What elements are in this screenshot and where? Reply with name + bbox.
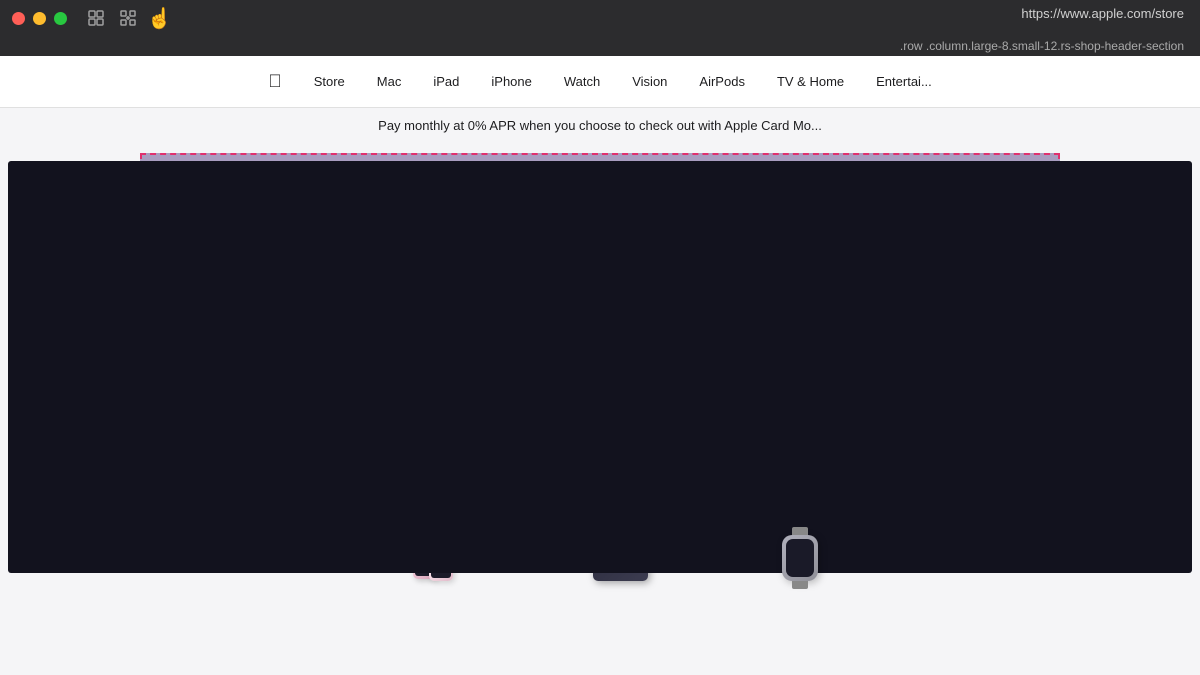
titlebar: ☝ https://www.apple.com/store .row .colu… xyxy=(0,0,1200,56)
product-thumbnails xyxy=(100,513,1140,581)
nav-item-airpods[interactable]: AirPods xyxy=(683,56,761,108)
close-button[interactable] xyxy=(12,12,25,25)
nav-item-iphone[interactable]: iPhone xyxy=(475,56,547,108)
nav-item-vision[interactable]: Vision xyxy=(616,56,683,108)
minimize-button[interactable] xyxy=(33,12,46,25)
titlebar-icons xyxy=(87,9,137,27)
url-text: https://www.apple.com/store xyxy=(1021,6,1184,21)
pointer-icon: ☝ xyxy=(147,6,172,31)
nav-item-tv-home[interactable]: TV & Home xyxy=(761,56,860,108)
main-content: Store. The best way to buy the products … xyxy=(0,153,1200,581)
promo-banner: Pay monthly at 0% APR when you choose to… xyxy=(0,108,1200,143)
ipad-thumbnail xyxy=(560,521,680,581)
browser-content:  Store Mac iPad iPhone Watch Vision Air… xyxy=(0,56,1200,675)
nav-item-ipad[interactable]: iPad xyxy=(417,56,475,108)
nav-item-mac[interactable]: Mac xyxy=(361,56,418,108)
nav-item-watch[interactable]: Watch xyxy=(548,56,616,108)
promo-text: Pay monthly at 0% APR when you choose to… xyxy=(378,118,822,133)
apple-nav:  Store Mac iPad iPhone Watch Vision Air… xyxy=(0,56,1200,108)
nav-item-entertainment[interactable]: Entertai... xyxy=(860,56,948,108)
inspect-icon[interactable] xyxy=(119,9,137,27)
titlebar-selector-bar: .row .column.large-8.small-12.rs-shop-he… xyxy=(0,36,1200,56)
traffic-lights xyxy=(12,12,67,25)
titlebar-top: ☝ https://www.apple.com/store xyxy=(0,0,1200,36)
url-bar[interactable]: https://www.apple.com/store xyxy=(1021,6,1200,21)
css-selector: .row .column.large-8.small-12.rs-shop-he… xyxy=(900,39,1184,53)
apple-logo[interactable]:  xyxy=(252,56,298,108)
nav-item-store[interactable]: Store xyxy=(298,56,361,108)
select-element-icon[interactable] xyxy=(87,9,105,27)
fullscreen-button[interactable] xyxy=(54,12,67,25)
